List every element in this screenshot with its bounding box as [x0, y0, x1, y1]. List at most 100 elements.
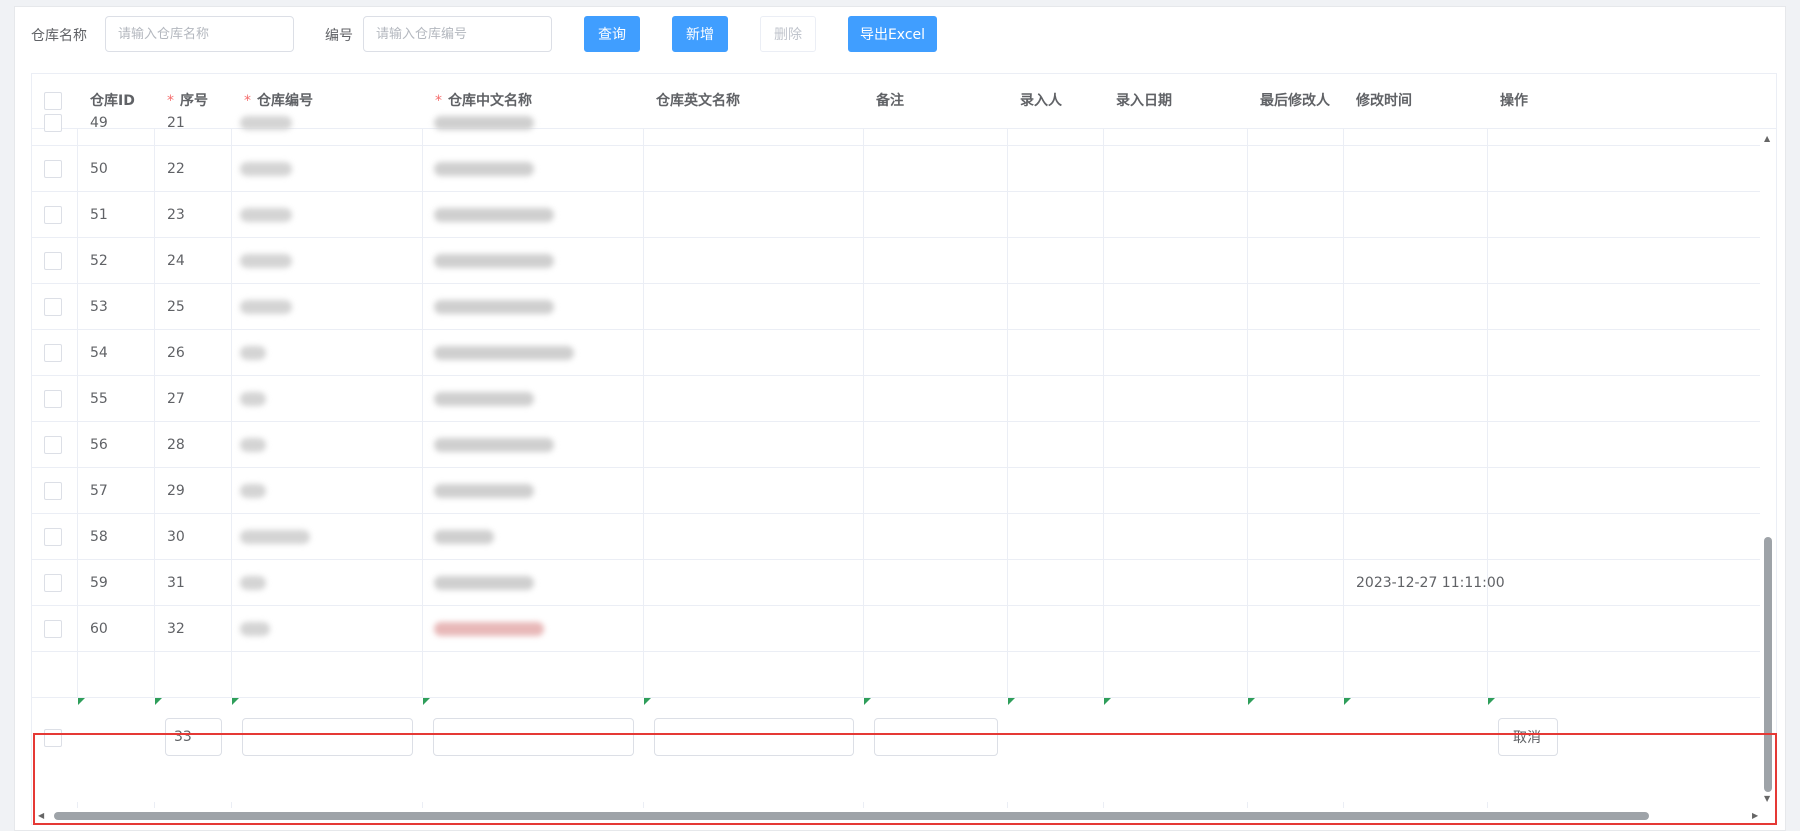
cell-seq: 24 — [167, 253, 185, 269]
cell-modify-time — [1344, 606, 1356, 652]
redacted-code — [240, 576, 266, 590]
row-checkbox[interactable] — [44, 298, 62, 316]
table-row[interactable]: 50 22 — [32, 146, 1762, 192]
table-row[interactable]: 49 21 — [32, 100, 1762, 146]
row-checkbox[interactable] — [44, 344, 62, 362]
redacted-code — [240, 530, 310, 544]
table-row[interactable]: 57 29 — [32, 468, 1762, 514]
warehouse-code-label: 编号 — [325, 28, 353, 44]
new-remark-input[interactable] — [874, 718, 998, 756]
cell-modify-time — [1344, 146, 1356, 192]
cell-seq: 31 — [167, 575, 185, 591]
row-checkbox[interactable] — [44, 252, 62, 270]
cell-modify-time: 2023-12-27 11:11:00 — [1356, 575, 1505, 591]
redacted-code — [240, 484, 266, 498]
scroll-up-icon[interactable]: ▲ — [1764, 135, 1770, 143]
cell-modify-time — [1344, 514, 1356, 560]
horizontal-scroll-thumb[interactable] — [54, 812, 1649, 820]
redacted-cn-name — [434, 208, 554, 222]
redacted-code — [240, 162, 292, 176]
dirty-marker — [1344, 698, 1351, 705]
redacted-cn-name — [434, 530, 494, 544]
horizontal-scrollbar[interactable]: ◀ ▶ — [32, 808, 1776, 824]
redacted-code — [240, 300, 292, 314]
warehouse-code-input[interactable] — [363, 16, 552, 52]
row-checkbox[interactable] — [44, 390, 62, 408]
cell-seq: 22 — [167, 161, 185, 177]
warehouse-table: 仓库ID * 序号 * 仓库编号 * 仓库中文名称 仓库英文名称 备注 录入人 录入日… — [31, 73, 1777, 825]
delete-button[interactable]: 删除 — [760, 16, 816, 52]
table-row[interactable]: 60 32 — [32, 606, 1762, 652]
redacted-code — [240, 622, 270, 636]
cell-seq: 23 — [167, 207, 185, 223]
redacted-code — [240, 392, 266, 406]
redacted-code — [240, 438, 266, 452]
cell-id: 58 — [90, 529, 108, 545]
redacted-cn-name — [434, 254, 554, 268]
table-row[interactable]: 51 23 — [32, 192, 1762, 238]
new-en-name-input[interactable] — [654, 718, 854, 756]
dirty-marker — [1488, 698, 1495, 705]
dirty-marker — [232, 698, 239, 705]
cell-id: 57 — [90, 483, 108, 499]
vertical-scroll-thumb[interactable] — [1764, 537, 1772, 792]
redacted-cn-name — [434, 116, 534, 130]
table-row[interactable]: 52 24 — [32, 238, 1762, 284]
scroll-right-icon[interactable]: ▶ — [1752, 812, 1758, 820]
row-checkbox[interactable] — [44, 574, 62, 592]
table-row[interactable]: 58 30 — [32, 514, 1762, 560]
cell-seq: 29 — [167, 483, 185, 499]
cell-id: 60 — [90, 621, 108, 637]
row-checkbox[interactable] — [44, 206, 62, 224]
cell-seq: 28 — [167, 437, 185, 453]
row-checkbox[interactable] — [44, 620, 62, 638]
new-code-input[interactable] — [242, 718, 413, 756]
query-button[interactable]: 查询 — [584, 16, 640, 52]
redacted-cn-name — [434, 438, 554, 452]
redacted-cn-name — [434, 162, 534, 176]
table-row[interactable]: 55 27 — [32, 376, 1762, 422]
redacted-cn-name — [434, 484, 534, 498]
cell-id: 49 — [90, 115, 108, 131]
cell-id: 54 — [90, 345, 108, 361]
scroll-left-icon[interactable]: ◀ — [38, 812, 44, 820]
row-checkbox[interactable] — [44, 482, 62, 500]
dirty-marker — [423, 698, 430, 705]
cell-modify-time — [1344, 284, 1356, 330]
export-excel-button[interactable]: 导出Excel — [848, 16, 937, 52]
table-row[interactable]: 56 28 — [32, 422, 1762, 468]
add-button[interactable]: 新增 — [672, 16, 728, 52]
cell-id: 55 — [90, 391, 108, 407]
cancel-button[interactable]: 取消 — [1498, 718, 1558, 756]
cell-seq: 32 — [167, 621, 185, 637]
dirty-marker — [644, 698, 651, 705]
cell-modify-time — [1344, 376, 1356, 422]
search-toolbar: 仓库名称 编号 查询 新增 删除 导出Excel — [15, 7, 1785, 65]
new-seq-input[interactable] — [165, 718, 222, 756]
table-row[interactable]: 53 25 — [32, 284, 1762, 330]
scroll-down-icon[interactable]: ▼ — [1764, 795, 1770, 803]
new-row-checkbox[interactable] — [44, 729, 62, 747]
redacted-cn-name — [434, 576, 534, 590]
table-row[interactable]: 59 31 2023-12-27 11:11:00 — [32, 560, 1762, 606]
new-cn-name-input[interactable] — [433, 718, 634, 756]
redacted-cn-name — [434, 622, 544, 636]
redacted-code — [240, 208, 292, 222]
redacted-code — [240, 116, 292, 130]
cell-seq: 27 — [167, 391, 185, 407]
cell-id: 51 — [90, 207, 108, 223]
row-checkbox[interactable] — [44, 436, 62, 454]
cell-modify-time — [1344, 468, 1356, 514]
dirty-marker — [1104, 698, 1111, 705]
row-checkbox[interactable] — [44, 160, 62, 178]
row-checkbox[interactable] — [44, 114, 62, 132]
page-frame: 仓库名称 编号 查询 新增 删除 导出Excel 仓库ID *序号 *仓库编号 … — [14, 6, 1786, 831]
warehouse-name-label: 仓库名称 — [31, 28, 87, 44]
row-checkbox[interactable] — [44, 528, 62, 546]
redacted-cn-name — [434, 346, 574, 360]
dirty-marker — [155, 698, 162, 705]
table-row[interactable]: 54 26 — [32, 330, 1762, 376]
vertical-scrollbar[interactable]: ▲ ▼ — [1760, 129, 1776, 809]
cell-seq: 25 — [167, 299, 185, 315]
warehouse-name-input[interactable] — [105, 16, 294, 52]
